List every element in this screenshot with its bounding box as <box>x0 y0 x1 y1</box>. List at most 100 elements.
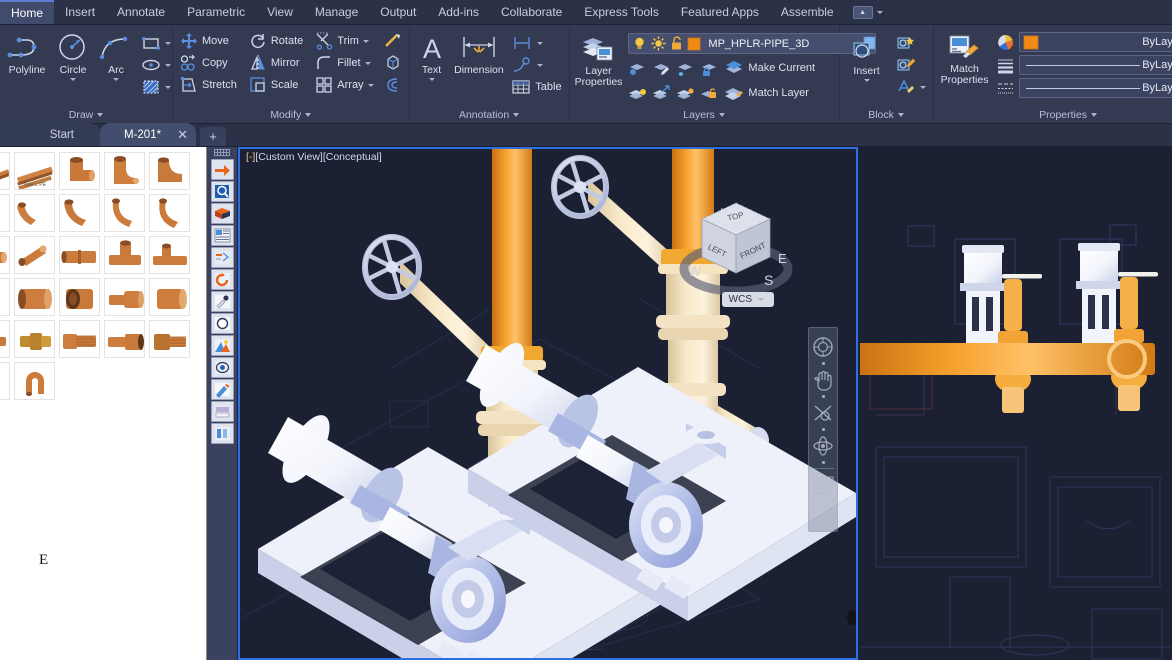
close-icon[interactable]: ✕ <box>177 127 188 143</box>
panel-layers-title[interactable]: Layers <box>574 106 835 123</box>
layer-properties-button[interactable]: Layer Properties <box>574 30 624 91</box>
block-item[interactable] <box>149 236 190 274</box>
arc-button[interactable]: Arc <box>96 30 136 84</box>
block-item[interactable] <box>0 236 10 274</box>
turn-all-layers-on-icon[interactable] <box>628 84 647 102</box>
make-current-button[interactable]: Make Current <box>724 57 815 79</box>
sun-freeze-icon[interactable] <box>651 36 666 51</box>
table-button[interactable]: Table <box>508 76 564 98</box>
circle-button[interactable]: Circle <box>52 30 94 84</box>
text-button[interactable]: A Text <box>414 30 450 84</box>
thaw-all-layers-icon[interactable] <box>676 84 695 102</box>
ribbon-tab-collaborate[interactable]: Collaborate <box>490 0 573 24</box>
block-item[interactable] <box>14 362 55 400</box>
rotate-button[interactable]: Rotate <box>246 30 306 52</box>
block-item[interactable] <box>59 278 100 316</box>
block-item[interactable] <box>0 278 10 316</box>
layer-isolate-icon[interactable] <box>628 59 647 77</box>
block-item[interactable] <box>149 320 190 358</box>
properties-panel-icon[interactable] <box>210 225 234 246</box>
layer-freeze-icon[interactable] <box>676 59 695 77</box>
left-vertical-toolbar[interactable] <box>207 147 238 660</box>
chevron-down-icon[interactable] <box>537 63 544 67</box>
offset-button[interactable] <box>381 74 405 96</box>
match-layer-button[interactable]: Match Layer <box>724 82 809 104</box>
new-drawing-tab-button[interactable]: + <box>199 127 226 146</box>
chevron-down-icon[interactable] <box>537 41 544 45</box>
object-color-combo[interactable]: ByLayer <box>1018 32 1172 52</box>
chevron-down-icon[interactable] <box>758 298 764 301</box>
ribbon-minimize-icon[interactable]: ▲ <box>852 5 873 19</box>
layer-edit-icon[interactable] <box>652 59 671 77</box>
tool-palette-icon[interactable] <box>210 247 234 268</box>
linetype-combo[interactable]: ByLayer <box>1018 78 1172 98</box>
panel-modify-title[interactable]: Modify <box>177 106 405 123</box>
ribbon-tab-featured-apps[interactable]: Featured Apps <box>670 0 770 24</box>
block-item[interactable] <box>0 362 10 400</box>
chevron-down-icon[interactable] <box>305 112 312 117</box>
block-item[interactable] <box>0 194 10 232</box>
solid-edit-button[interactable] <box>381 52 405 74</box>
block-item[interactable] <box>104 320 145 358</box>
blocks-palette[interactable]: L PE Type L PE E <box>0 147 207 660</box>
block-item[interactable]: L PE <box>0 152 10 190</box>
book-library-icon[interactable] <box>210 203 234 224</box>
block-item[interactable] <box>14 194 55 232</box>
external-references-icon[interactable] <box>210 423 234 444</box>
ribbon-tab-assemble[interactable]: Assemble <box>770 0 845 24</box>
3d-orbit-icon[interactable] <box>810 433 836 459</box>
block-item[interactable] <box>59 236 100 274</box>
viewport-label[interactable]: [-][Custom View][Conceptual] <box>246 151 382 163</box>
layer-lock-icon[interactable] <box>700 59 719 77</box>
block-item[interactable] <box>149 194 190 232</box>
fillet-button[interactable]: Fillet <box>312 52 376 74</box>
dimension-button[interactable]: Dimension <box>452 30 507 79</box>
block-item[interactable] <box>104 236 145 274</box>
rectangle-button[interactable] <box>138 32 174 54</box>
trim-button[interactable]: Trim <box>312 30 376 52</box>
go-to-tool-icon[interactable] <box>210 159 234 180</box>
block-item[interactable] <box>104 152 145 190</box>
panel-properties-title[interactable]: Properties <box>938 106 1172 123</box>
block-item[interactable]: Type L PE <box>14 152 55 190</box>
ribbon-tab-addins[interactable]: Add-ins <box>427 0 490 24</box>
chevron-down-icon[interactable] <box>513 112 520 117</box>
chevron-down-icon[interactable] <box>165 63 171 67</box>
block-item[interactable] <box>104 194 145 232</box>
visual-styles-icon[interactable] <box>210 357 234 378</box>
showmotion-icon[interactable] <box>810 473 836 499</box>
copy-button[interactable]: Copy <box>177 52 240 74</box>
chevron-down-icon[interactable] <box>428 78 435 81</box>
layer-previous-icon[interactable] <box>652 84 671 102</box>
linear-dimension-button[interactable] <box>508 32 564 54</box>
unlock-all-layers-icon[interactable] <box>700 84 719 102</box>
ellipse-button[interactable] <box>138 54 174 76</box>
insert-button[interactable]: Insert <box>844 30 890 85</box>
ribbon-tab-home[interactable]: Home <box>0 0 55 24</box>
navigation-bar[interactable] <box>808 327 838 532</box>
block-item[interactable] <box>0 320 10 358</box>
circle-tool-icon[interactable] <box>210 313 234 334</box>
design-center-icon[interactable] <box>210 269 234 290</box>
chevron-down-icon[interactable] <box>70 78 76 81</box>
markup-pen-icon[interactable] <box>210 379 234 400</box>
viewport-3d-model[interactable]: [-][Custom View][Conceptual] W E S N TOP… <box>238 147 858 660</box>
mirror-button[interactable]: Mirror <box>246 52 306 74</box>
panel-block-title[interactable]: Block <box>844 106 929 123</box>
orbit-icon[interactable] <box>810 400 836 426</box>
edit-block-button[interactable] <box>893 54 929 76</box>
block-item[interactable] <box>59 320 100 358</box>
pan-hand-icon[interactable] <box>810 367 836 393</box>
ribbon-minimize-control[interactable]: ▲ <box>845 0 891 24</box>
chevron-down-icon[interactable] <box>897 112 904 117</box>
panel-annotation-title[interactable]: Annotation <box>414 106 565 123</box>
stretch-button[interactable]: Stretch <box>177 74 240 96</box>
move-button[interactable]: Move <box>177 30 240 52</box>
define-attribute-button[interactable] <box>893 76 929 98</box>
match-properties-button[interactable]: Match Properties <box>938 30 992 89</box>
ribbon-tab-annotate[interactable]: Annotate <box>106 0 176 24</box>
ribbon-tab-insert[interactable]: Insert <box>54 0 106 24</box>
chevron-down-icon[interactable] <box>1090 112 1097 117</box>
lineweight-combo[interactable]: ByLayer <box>1018 55 1172 75</box>
layer-color-swatch[interactable] <box>687 37 701 51</box>
